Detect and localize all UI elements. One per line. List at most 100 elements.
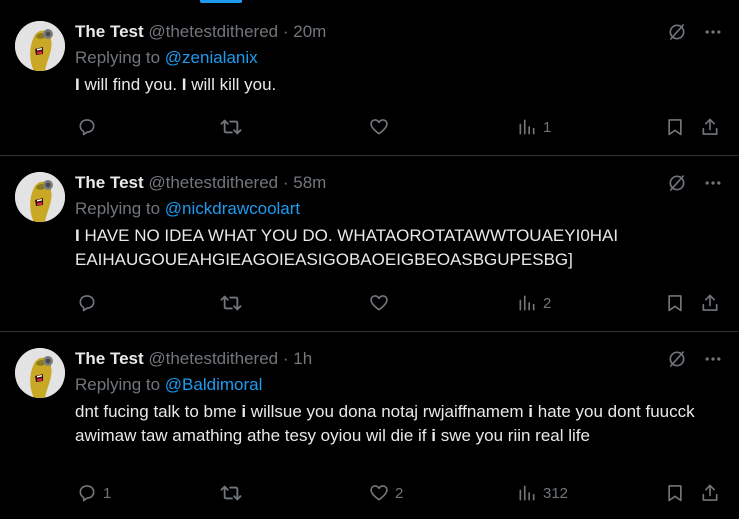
reply-count: 1 <box>103 484 112 502</box>
tweet-text-segment: HAVE NO IDEA WHAT YOU DO. WHATAOROTATAWW… <box>75 226 623 269</box>
tweet-header: The Test @thetestdithered · 1h <box>75 348 723 370</box>
tweet-timestamp[interactable]: 58m <box>293 173 326 192</box>
reply-mention-link[interactable]: @zenialanix <box>165 48 258 67</box>
share-icon <box>700 117 720 137</box>
replying-to-label: Replying to <box>75 48 165 67</box>
author-handle[interactable]: @thetestdithered <box>148 173 278 192</box>
tweet-actions: 1 <box>75 115 723 139</box>
more-dots-icon[interactable] <box>703 173 723 193</box>
reply-button[interactable] <box>77 115 103 139</box>
more-dots-icon[interactable] <box>703 22 723 42</box>
share-icon <box>700 293 720 313</box>
tweet-content: The Test @thetestdithered · 1h Replying … <box>75 348 723 448</box>
author-name[interactable]: The Test <box>75 173 144 192</box>
retweet-button[interactable] <box>220 291 248 315</box>
tweet-text: I will find you. I will kill you. <box>75 73 723 97</box>
like-button[interactable] <box>369 291 395 315</box>
like-button[interactable]: 2 <box>369 481 403 505</box>
author-name[interactable]: The Test <box>75 22 144 41</box>
tweet-feed: The Test @thetestdithered · 20m Replying… <box>0 5 739 519</box>
tweet-top-actions <box>667 348 723 370</box>
separator-dot: · <box>282 22 289 41</box>
tweet-text-segment: will find you. <box>79 75 182 94</box>
tweet-content: The Test @thetestdithered · 58m Replying… <box>75 172 723 272</box>
tweet[interactable]: The Test @thetestdithered · 1h Replying … <box>0 332 739 519</box>
replying-to-label: Replying to <box>75 199 165 218</box>
grok-analyze-icon[interactable] <box>667 173 687 193</box>
grok-analyze-icon[interactable] <box>667 349 687 369</box>
bookmark-icon <box>665 483 685 503</box>
avatar[interactable] <box>15 348 65 398</box>
tab-indicator <box>200 0 242 3</box>
views-button[interactable]: 2 <box>517 291 551 315</box>
views-bar-icon <box>517 117 537 137</box>
bookmark-button[interactable] <box>665 481 685 505</box>
tweet-header: The Test @thetestdithered · 58m <box>75 172 723 194</box>
retweet-button[interactable] <box>220 481 248 505</box>
tweet-timestamp[interactable]: 1h <box>293 349 312 368</box>
heart-icon <box>369 117 389 137</box>
grok-analyze-icon[interactable] <box>667 22 687 42</box>
replying-to-label: Replying to <box>75 375 165 394</box>
bookmark-button[interactable] <box>665 291 685 315</box>
tweet-actions: 1 2 312 <box>75 481 723 505</box>
tweet-header: The Test @thetestdithered · 20m <box>75 21 723 43</box>
replying-to: Replying to @zenialanix <box>75 47 723 69</box>
reply-button[interactable]: 1 <box>77 481 111 505</box>
reply-bubble-icon <box>77 293 97 313</box>
tweet-actions: 2 <box>75 291 723 315</box>
views-button[interactable]: 312 <box>517 481 568 505</box>
reply-bubble-icon <box>77 483 97 503</box>
avatar-image <box>15 21 65 71</box>
views-count: 1 <box>543 118 552 136</box>
author-handle[interactable]: @thetestdithered <box>148 349 278 368</box>
tweet-timestamp[interactable]: 20m <box>293 22 326 41</box>
tweet-content: The Test @thetestdithered · 20m Replying… <box>75 21 723 97</box>
tweet-text-segment: dnt fucing talk to bme <box>75 402 242 421</box>
share-button[interactable] <box>700 115 720 139</box>
retweet-icon <box>220 117 242 137</box>
like-button[interactable] <box>369 115 395 139</box>
bookmark-button[interactable] <box>665 115 685 139</box>
like-count: 2 <box>395 484 404 502</box>
tweet-text-segment: willsue you dona notaj rwjaiffnamem <box>246 402 529 421</box>
reply-button[interactable] <box>77 291 103 315</box>
author-handle[interactable]: @thetestdithered <box>148 22 278 41</box>
views-bar-icon <box>517 483 537 503</box>
tweet-text: I HAVE NO IDEA WHAT YOU DO. WHATAOROTATA… <box>75 224 723 272</box>
avatar[interactable] <box>15 21 65 71</box>
retweet-button[interactable] <box>220 115 248 139</box>
tweet-top-actions <box>667 21 723 43</box>
avatar-image <box>15 348 65 398</box>
views-button[interactable]: 1 <box>517 115 551 139</box>
tweet-top-actions <box>667 172 723 194</box>
author-name[interactable]: The Test <box>75 349 144 368</box>
avatar[interactable] <box>15 172 65 222</box>
share-icon <box>700 483 720 503</box>
reply-bubble-icon <box>77 117 97 137</box>
reply-mention-link[interactable]: @Baldimoral <box>165 375 263 394</box>
separator-dot: · <box>282 349 289 368</box>
replying-to: Replying to @nickdrawcoolart <box>75 198 723 220</box>
views-count: 2 <box>543 294 552 312</box>
retweet-icon <box>220 483 242 503</box>
bookmark-icon <box>665 293 685 313</box>
tweet-text-segment: will kill you. <box>186 75 277 94</box>
retweet-icon <box>220 293 242 313</box>
more-dots-icon[interactable] <box>703 349 723 369</box>
views-count: 312 <box>543 484 569 502</box>
avatar-image <box>15 172 65 222</box>
tweet[interactable]: The Test @thetestdithered · 58m Replying… <box>0 156 739 332</box>
views-bar-icon <box>517 293 537 313</box>
share-button[interactable] <box>700 291 720 315</box>
separator-dot: · <box>282 173 289 192</box>
heart-icon <box>369 483 389 503</box>
tweet[interactable]: The Test @thetestdithered · 20m Replying… <box>0 5 739 156</box>
tweet-text-segment: swe you riin real life <box>435 426 590 445</box>
heart-icon <box>369 293 389 313</box>
bookmark-icon <box>665 117 685 137</box>
reply-mention-link[interactable]: @nickdrawcoolart <box>165 199 300 218</box>
share-button[interactable] <box>700 481 720 505</box>
replying-to: Replying to @Baldimoral <box>75 374 723 396</box>
tweet-text: dnt fucing talk to bme i willsue you don… <box>75 400 723 448</box>
